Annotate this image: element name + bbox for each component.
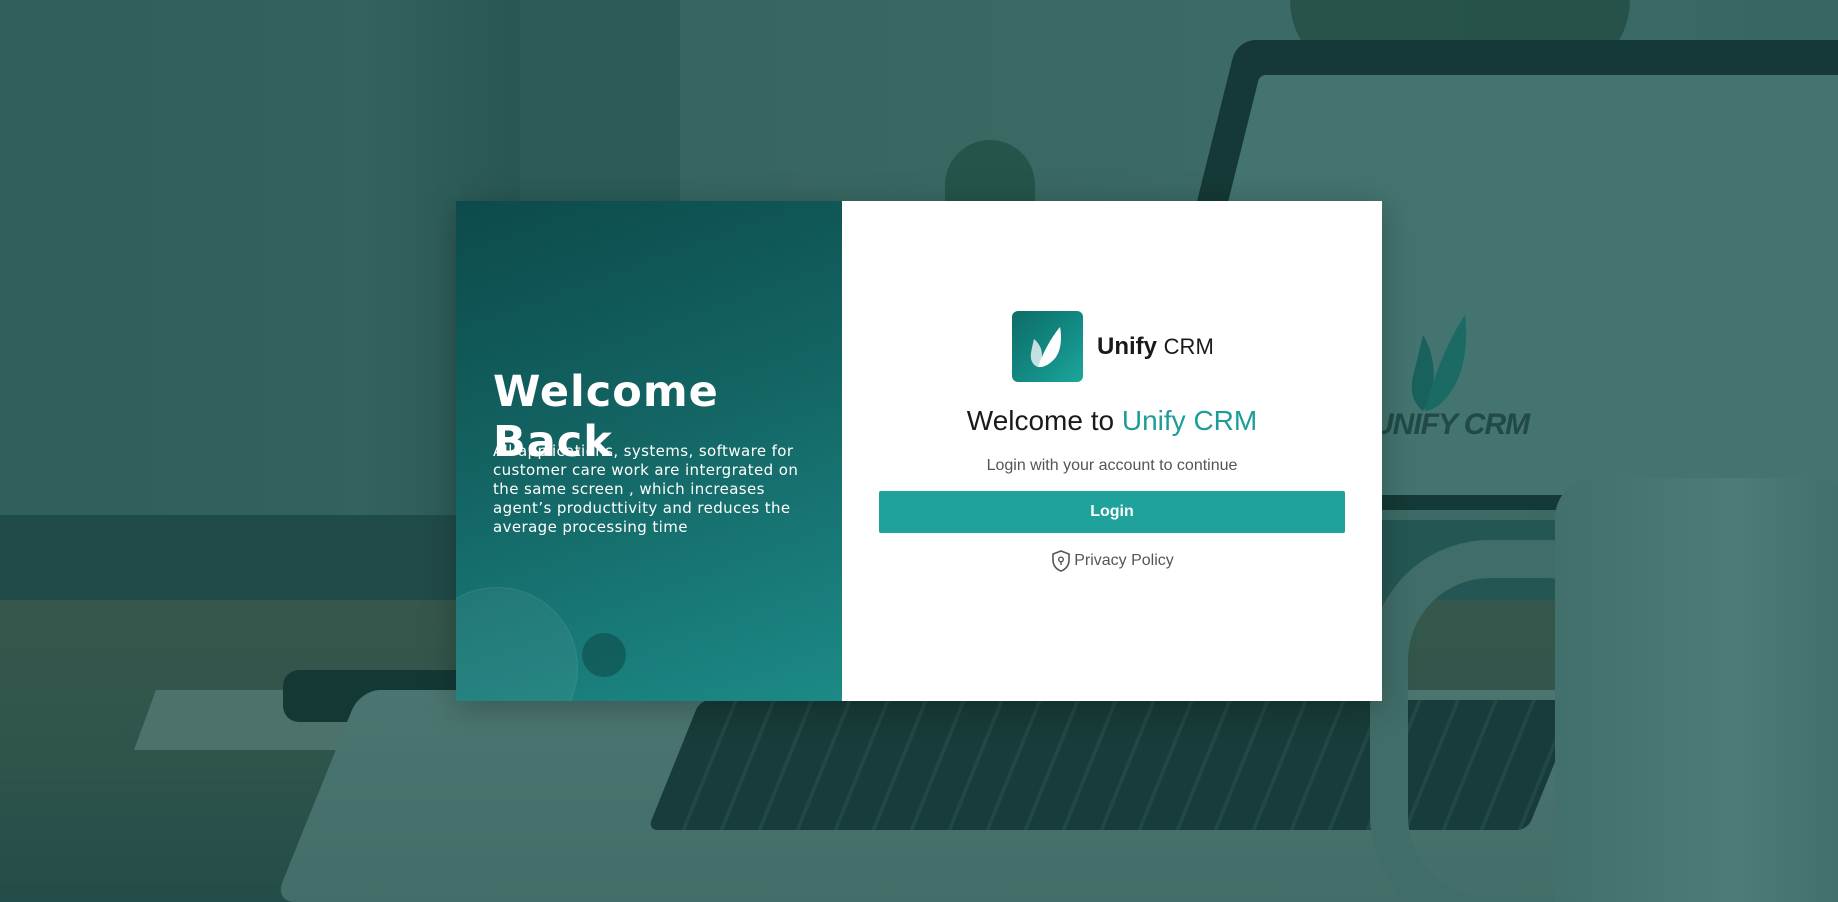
login-button[interactable]: Login [879,491,1345,533]
brand-name-light: CRM [1163,333,1214,359]
decor-circle-large [456,587,578,701]
leaf-j-icon [1012,311,1083,382]
leaf-j-glyph [1030,326,1061,367]
brand-name: Unify CRM [1097,333,1214,361]
welcome-prefix: Welcome to [966,405,1115,436]
privacy-policy-link[interactable]: Privacy Policy [842,549,1382,573]
decor-circle-small [582,633,626,677]
login-subtitle: Login with your account to continue [986,457,1238,474]
welcome-panel: Welcome Back All applications, systems, … [456,201,842,701]
shield-location-icon [1052,550,1071,572]
welcome-description: All applications, systems, software for … [493,442,799,536]
brand-name-bold: Unify [1097,332,1157,360]
login-panel: Unify CRM Welcome to Unify CRM Login wit… [842,201,1382,701]
privacy-policy-label: Privacy Policy [1074,552,1174,569]
welcome-heading: Welcome to Unify CRM [842,405,1382,437]
login-modal: Welcome Back All applications, systems, … [456,201,1382,701]
welcome-brand: Unify CRM [1121,405,1258,436]
brand-logo: Unify CRM [1012,311,1214,382]
